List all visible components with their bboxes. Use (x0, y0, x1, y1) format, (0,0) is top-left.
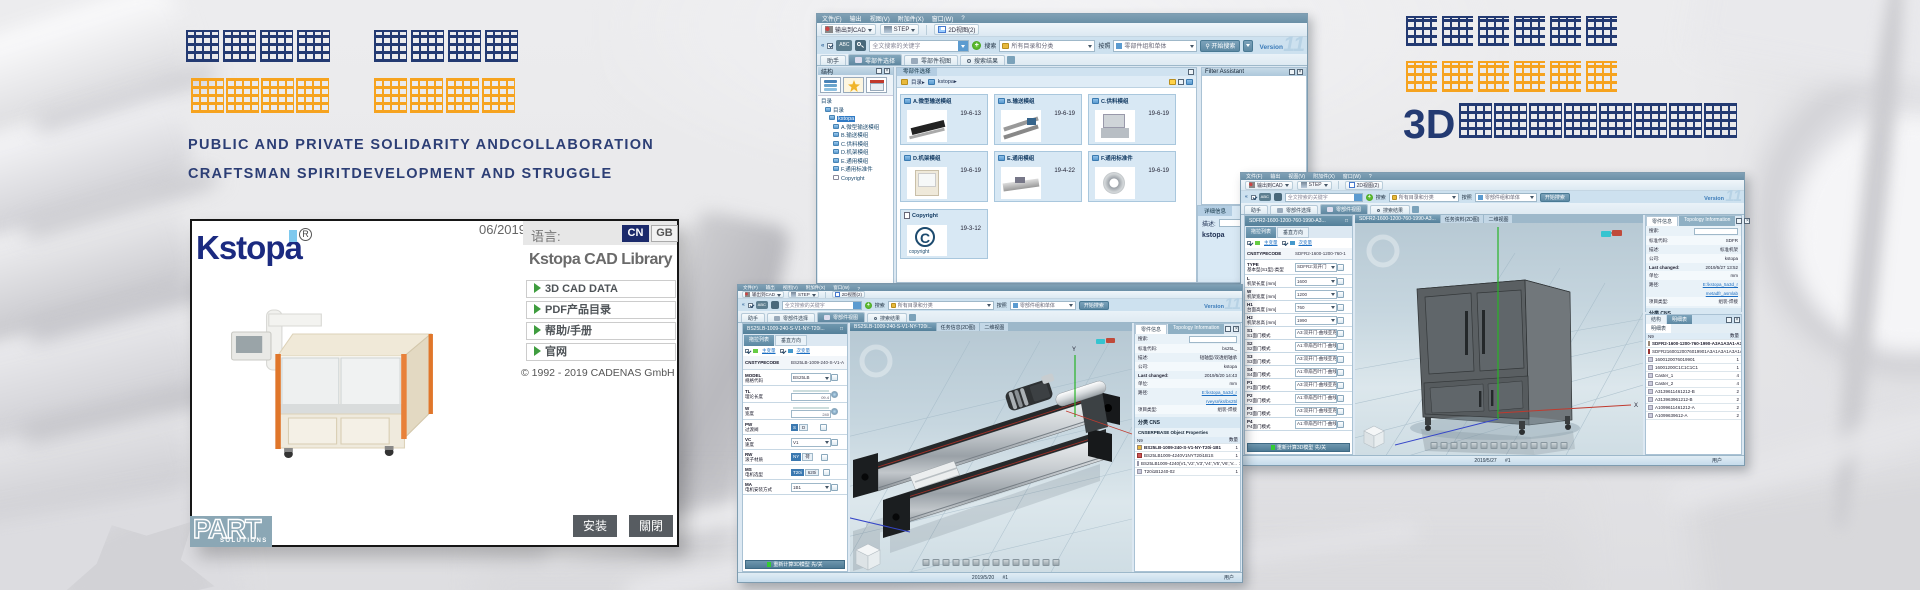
svg-text:X: X (1634, 403, 1638, 409)
svg-text:Y: Y (1072, 347, 1076, 353)
